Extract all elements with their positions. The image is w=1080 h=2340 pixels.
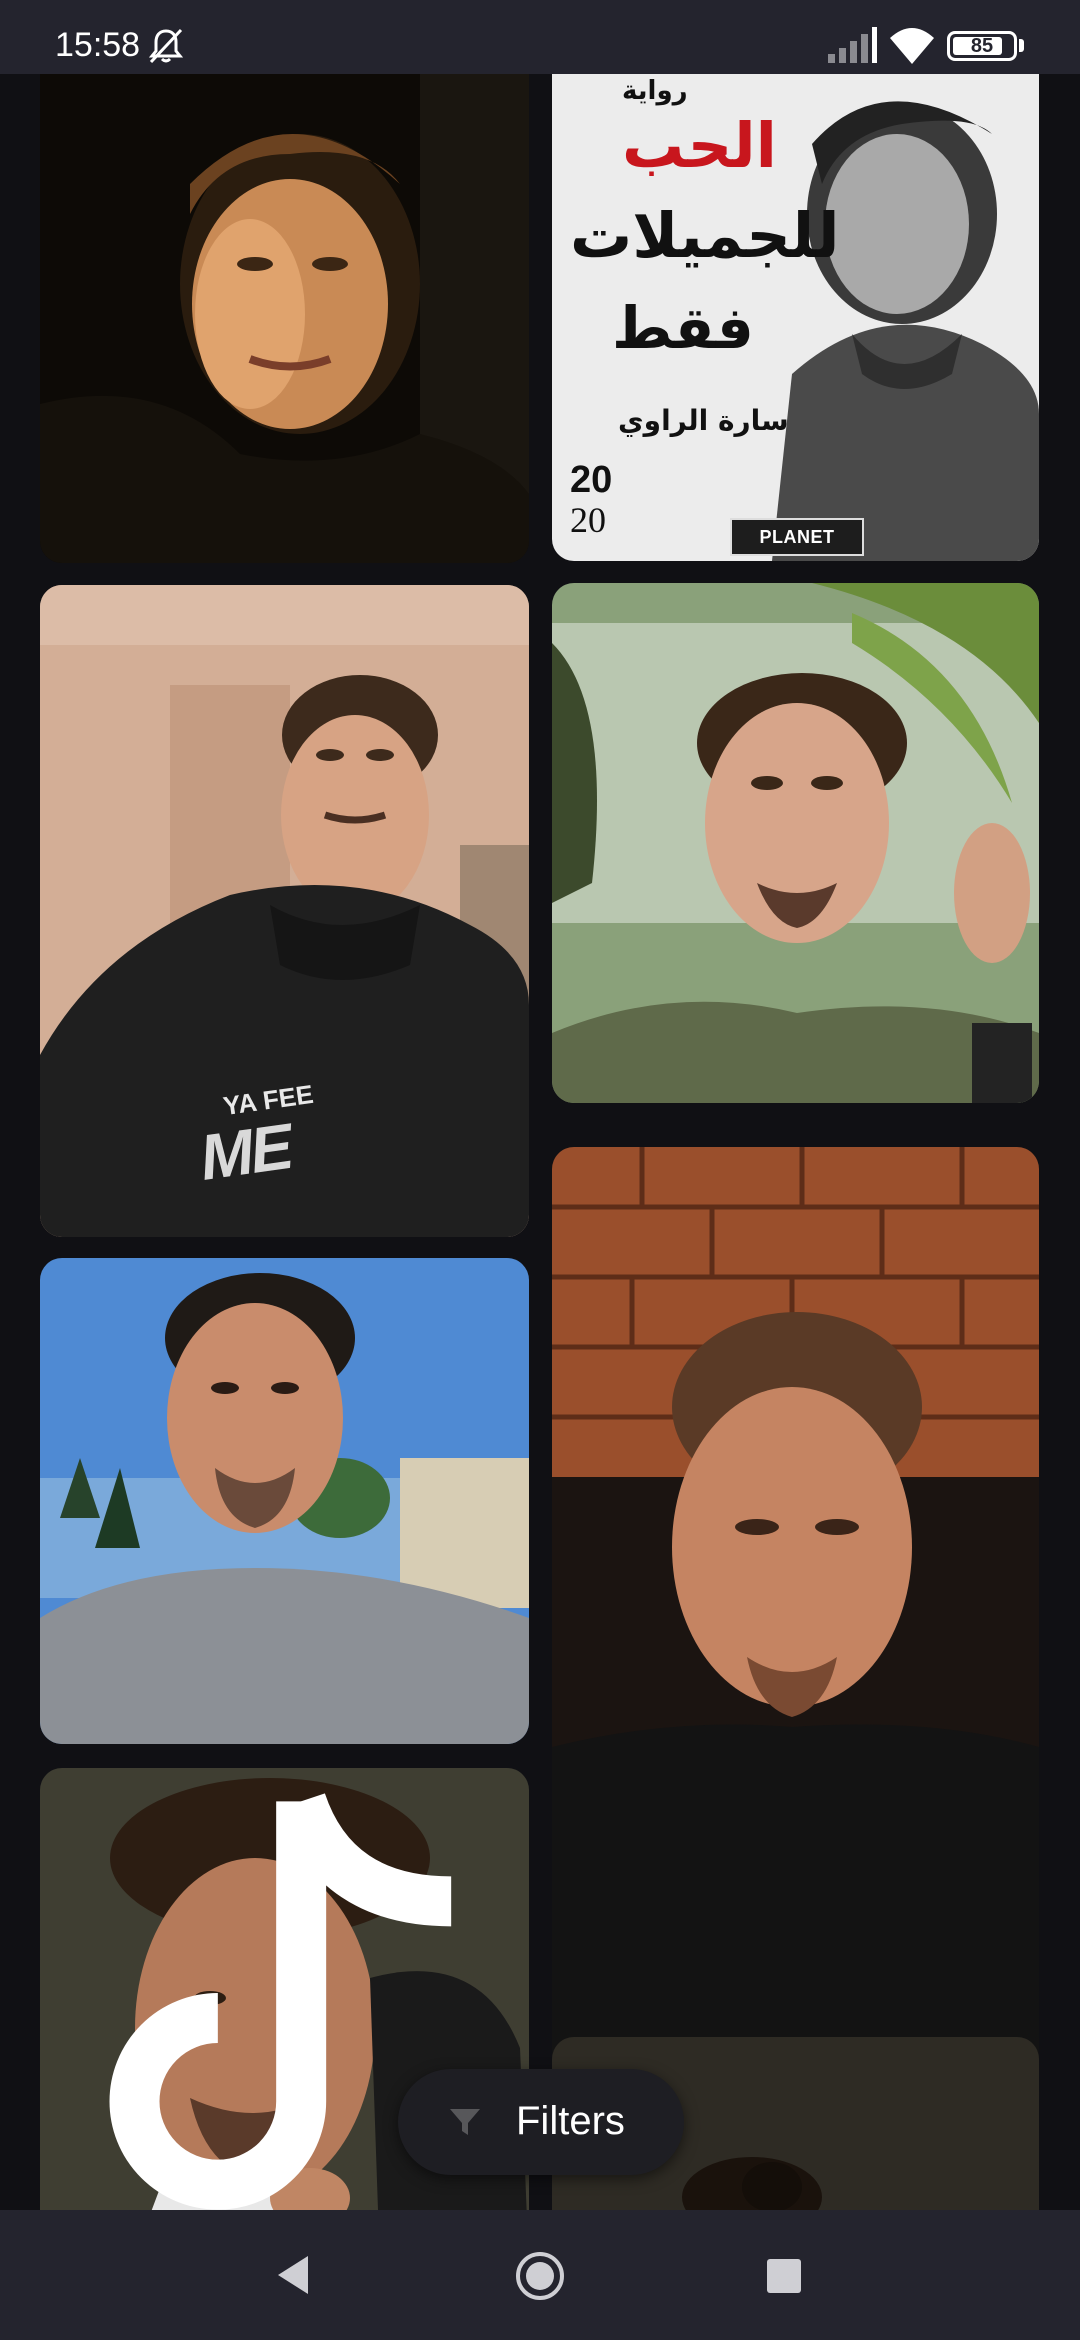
profile-card[interactable]	[40, 74, 529, 563]
photo-grid[interactable]: رواية الحب للجميلات فقط سارة الراوي 20 2…	[0, 74, 1080, 2210]
book-title-word-2: للجميلات	[570, 199, 840, 272]
status-time: 15:58	[55, 26, 141, 64]
profile-photo	[40, 1258, 529, 1744]
profile-photo	[552, 1147, 1039, 2088]
recents-icon[interactable]	[766, 2258, 802, 2294]
battery-tip	[1019, 39, 1024, 52]
signal-icon	[828, 27, 877, 63]
status-bar: 15:58 85	[0, 0, 1080, 74]
hoodie-text-large: ME	[195, 1110, 295, 1194]
profile-card[interactable]	[552, 1147, 1039, 2088]
book-title-word-3: فقط	[612, 294, 754, 362]
bell-off-icon	[148, 28, 184, 64]
filters-button[interactable]: Filters	[398, 2069, 684, 2175]
profile-photo	[40, 74, 529, 563]
system-nav-bar	[0, 2210, 1080, 2340]
book-year-top: 20	[570, 459, 613, 501]
battery-level: 85	[970, 35, 994, 57]
filter-icon	[450, 2109, 480, 2135]
book-year-bottom: 20	[570, 500, 606, 540]
profile-card[interactable]: YA FEE ME	[40, 585, 529, 1237]
wifi-icon	[890, 28, 934, 64]
filters-label: Filters	[516, 2099, 625, 2143]
profile-card[interactable]	[40, 1258, 529, 1744]
book-author: سارة الراوي	[618, 404, 789, 437]
profile-photo	[552, 583, 1039, 1103]
book-brand-badge: PLANET APPS 66	[730, 518, 864, 556]
book-label: رواية	[622, 76, 688, 106]
back-icon[interactable]	[274, 2254, 314, 2296]
profile-card[interactable]	[552, 583, 1039, 1103]
battery-icon: 85	[947, 31, 1017, 61]
book-title-word-1: الحب	[622, 109, 777, 182]
profile-card-book-cover[interactable]: رواية الحب للجميلات فقط سارة الراوي 20 2…	[552, 74, 1039, 561]
home-icon[interactable]	[514, 2250, 566, 2302]
